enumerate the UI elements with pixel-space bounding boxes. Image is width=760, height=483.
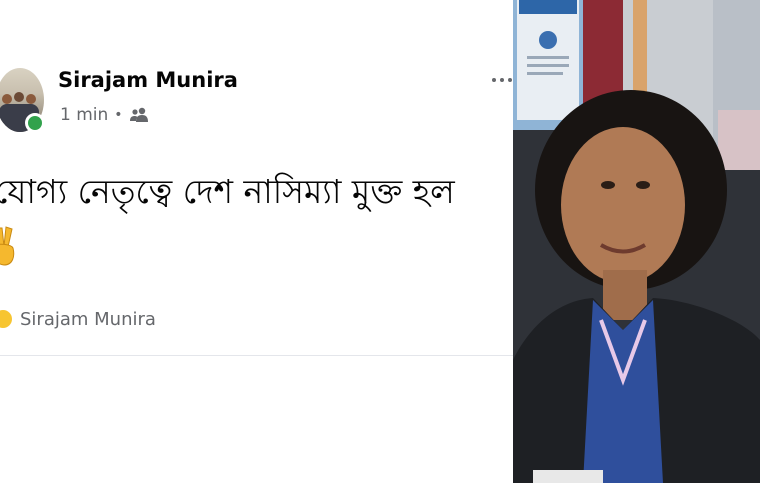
meta-separator: •	[114, 107, 123, 123]
screenshot-composite: Sirajam Munira 1 min • যোগ্য নেতৃত্বে দে…	[0, 0, 760, 483]
friends-icon[interactable]	[129, 107, 149, 123]
post-text: যোগ্য নেতৃত্বে দেশ নাসিম্যা মুক্ত হল	[0, 172, 455, 211]
portrait-photo	[513, 0, 760, 483]
post-meta: 1 min •	[60, 105, 149, 125]
victory-hand-icon	[0, 224, 20, 268]
online-status-indicator	[25, 113, 45, 133]
reaction-emoji-icon	[0, 308, 14, 330]
reaction-row[interactable]: Sirajam Munira	[0, 308, 156, 330]
reaction-name[interactable]: Sirajam Munira	[20, 309, 156, 330]
post-divider	[0, 355, 513, 356]
post-timestamp[interactable]: 1 min	[60, 105, 108, 125]
facebook-post: Sirajam Munira 1 min • যোগ্য নেতৃত্বে দে…	[0, 0, 513, 483]
post-author-name[interactable]: Sirajam Munira	[58, 68, 238, 92]
more-options-icon[interactable]	[492, 72, 513, 88]
